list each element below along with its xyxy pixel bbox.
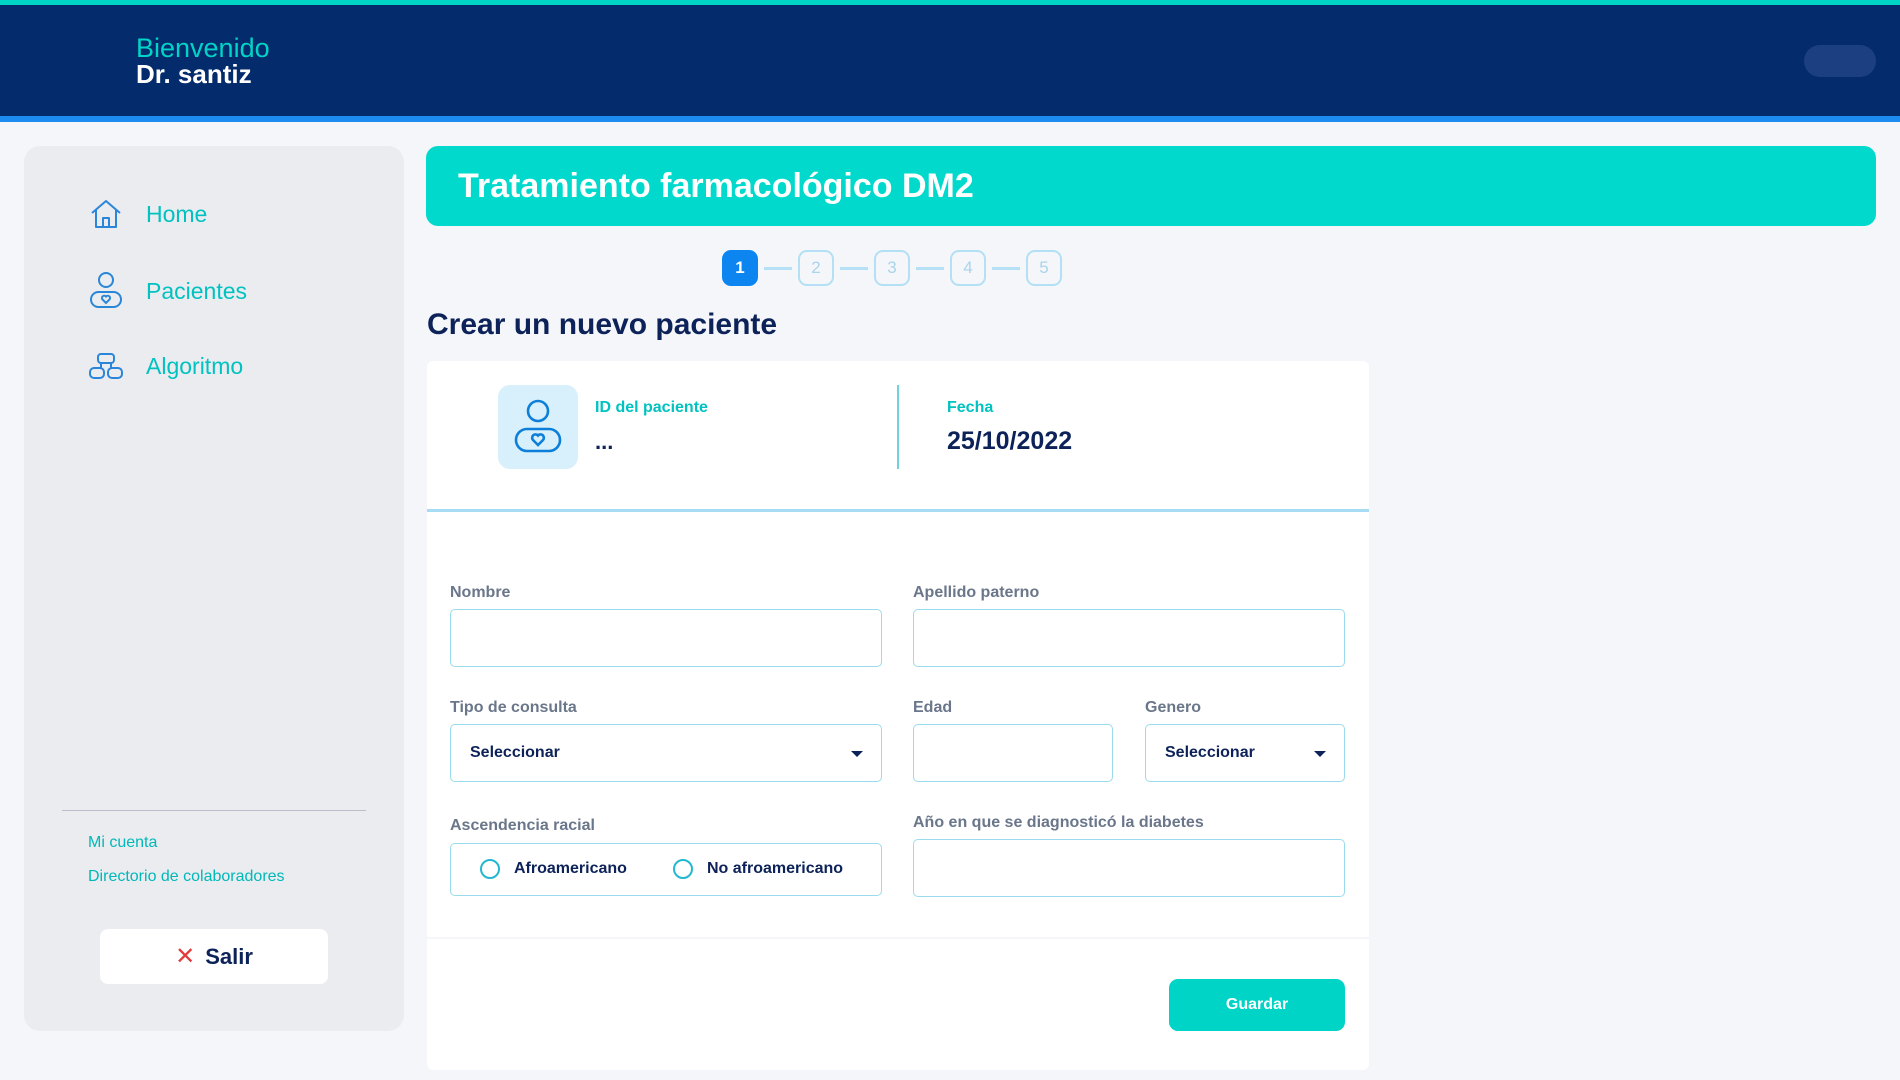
sidebar-item-pacientes[interactable]: Pacientes: [88, 272, 248, 309]
logout-button[interactable]: ✕ Salir: [100, 929, 328, 984]
step-connector: [916, 266, 944, 270]
step-connector: [840, 266, 868, 270]
patient-icon: [514, 399, 562, 453]
ascendencia-radio-group: Afroamericano No afroamericano: [450, 843, 882, 896]
sidebar-item-label: Home: [146, 200, 208, 227]
sidebar-item-algoritmo[interactable]: Algoritmo: [88, 348, 243, 384]
info-divider: [897, 385, 899, 469]
step-3[interactable]: 3: [874, 250, 910, 286]
edad-label: Edad: [913, 699, 953, 716]
genero-select[interactable]: Seleccionar: [1145, 724, 1345, 782]
step-connector: [764, 266, 792, 270]
nombre-input[interactable]: [450, 609, 882, 667]
page-banner: Tratamiento farmacológico DM2: [426, 146, 1876, 226]
sidebar-item-home[interactable]: Home: [88, 196, 207, 232]
radio-circle: [673, 859, 693, 879]
my-account-link[interactable]: Mi cuenta: [88, 834, 157, 852]
patient-id-value: ...: [595, 429, 614, 454]
step-2[interactable]: 2: [798, 250, 834, 286]
sidebar-divider: [62, 810, 366, 811]
page-title: Crear un nuevo paciente: [427, 308, 778, 341]
tipo-consulta-label: Tipo de consulta: [450, 699, 577, 716]
collaborators-directory-link[interactable]: Directorio de colaboradores: [88, 868, 285, 886]
card-divider: [427, 509, 1369, 512]
patient-form-card: ID del paciente ... Fecha 25/10/2022 Nom…: [427, 361, 1369, 1070]
apellido-label: Apellido paterno: [913, 584, 1040, 601]
patient-avatar: [498, 385, 578, 469]
diagnostico-label: Año en que se diagnosticó la diabetes: [913, 814, 1204, 831]
ascendencia-label: Ascendencia racial: [450, 817, 595, 834]
logout-label: Salir: [205, 943, 253, 969]
diagnostico-input[interactable]: [913, 839, 1345, 897]
close-icon: ✕: [175, 942, 196, 970]
edad-input[interactable]: [913, 724, 1113, 782]
sidebar-item-label: Pacientes: [146, 277, 248, 304]
patient-icon: [88, 272, 124, 309]
sidebar: Home Pacientes Algoritmo Mi cuenta Direc…: [24, 146, 404, 1031]
genero-label: Genero: [1145, 699, 1202, 716]
chevron-down-icon: [1314, 751, 1326, 757]
save-button[interactable]: Guardar: [1169, 979, 1345, 1031]
home-icon: [88, 196, 124, 232]
genero-value: Seleccionar: [1165, 744, 1255, 761]
tipo-consulta-value: Seleccionar: [470, 744, 560, 761]
radio-no-afroamericano[interactable]: No afroamericano: [673, 859, 843, 879]
step-1[interactable]: 1: [722, 250, 758, 286]
sidebar-item-label: Algoritmo: [146, 352, 244, 379]
radio-afroamericano[interactable]: Afroamericano: [480, 859, 627, 879]
greeting-text: Bienvenido: [136, 33, 270, 63]
radio-label: No afroamericano: [707, 860, 844, 877]
step-connector: [992, 266, 1020, 270]
algorithm-icon: [88, 348, 124, 384]
patient-id-label: ID del paciente: [595, 399, 708, 416]
user-menu-pill[interactable]: [1804, 45, 1876, 77]
card-separator: [427, 937, 1369, 939]
step-5[interactable]: 5: [1026, 250, 1062, 286]
date-value: 25/10/2022: [947, 427, 1073, 455]
tipo-consulta-select[interactable]: Seleccionar: [450, 724, 882, 782]
welcome-block: Bienvenido Dr. santiz: [136, 33, 270, 89]
apellido-input[interactable]: [913, 609, 1345, 667]
top-bar: Bienvenido Dr. santiz: [0, 0, 1900, 122]
radio-circle: [480, 859, 500, 879]
radio-label: Afroamericano: [514, 860, 627, 877]
chevron-down-icon: [851, 751, 863, 757]
stepper: 1 2 3 4 5: [722, 250, 1062, 286]
banner-title: Tratamiento farmacológico DM2: [458, 166, 974, 205]
date-label: Fecha: [947, 399, 994, 416]
nombre-label: Nombre: [450, 584, 511, 601]
doctor-name: Dr. santiz: [136, 59, 252, 89]
step-4[interactable]: 4: [950, 250, 986, 286]
